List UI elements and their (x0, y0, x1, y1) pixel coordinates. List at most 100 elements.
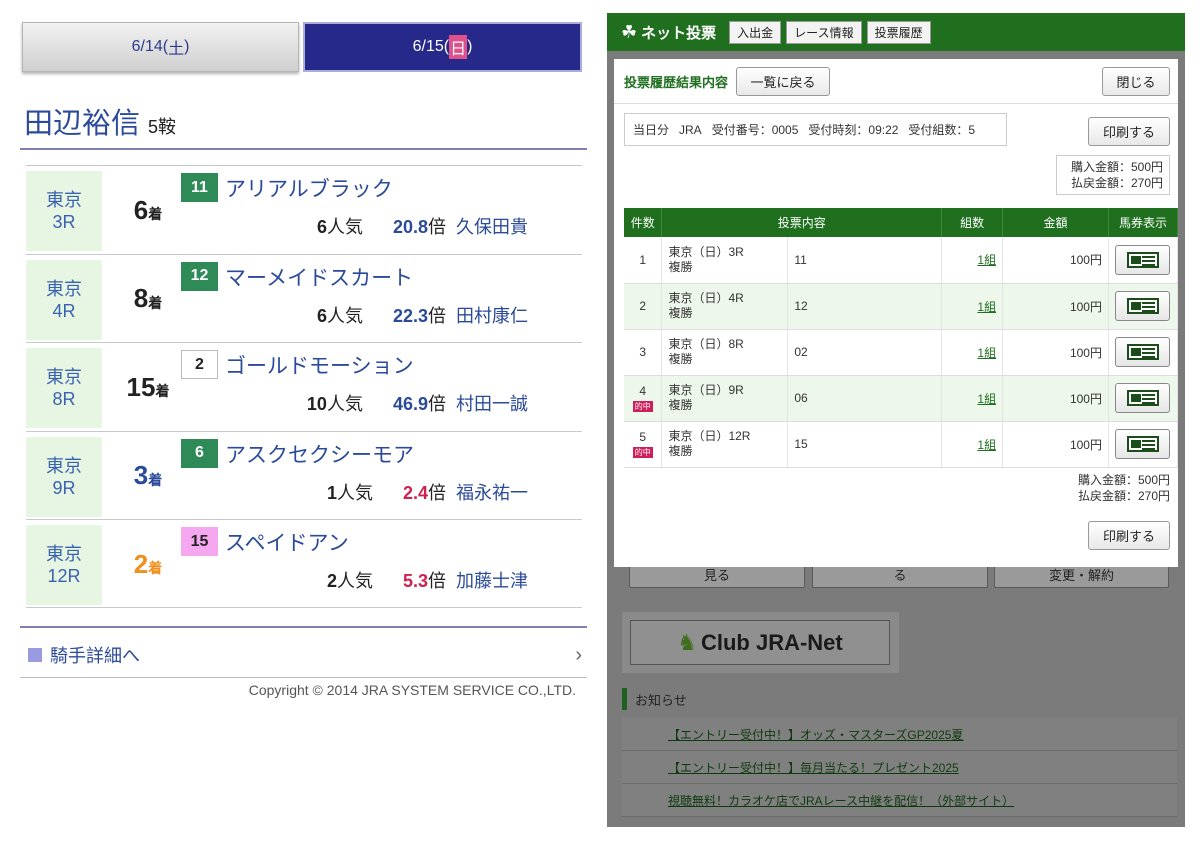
finish-place: 15 着 (108, 343, 188, 431)
bet-selection: 02 (787, 329, 943, 376)
club-label: Club JRA-Net (700, 629, 843, 655)
divider (20, 148, 587, 150)
place-unit: 着 (148, 206, 163, 222)
show-ticket-button[interactable] (1115, 337, 1171, 367)
race-venue: 東京 (46, 367, 82, 387)
race-stats: 10 人気 46.9 倍村田一誠 (307, 390, 528, 416)
horse-number-badge: 15 (181, 527, 218, 556)
odds: 22.3 (392, 305, 428, 326)
net-voting-panel: ☘ ネット投票 入出金 レース情報 投票履歴 見る る 変更・解約 ♞ Club… (607, 13, 1185, 827)
horse-icon: ♞ (677, 629, 697, 655)
change-cancel-label: 変更・解約 (1048, 567, 1114, 583)
place-number: 8 (133, 283, 149, 313)
print-button[interactable]: 印刷する (1088, 117, 1170, 146)
show-ticket-button[interactable] (1115, 429, 1171, 459)
show-ticket-button[interactable] (1115, 383, 1171, 413)
popularity-unit: 人気 (326, 394, 363, 414)
show-ticket-button[interactable] (1115, 291, 1171, 321)
combination-cell: 1組 (941, 329, 1004, 376)
print-button[interactable]: 印刷する (1088, 521, 1170, 550)
tab-label-end: ) (467, 38, 473, 55)
trainer-name[interactable]: 村田一誠 (456, 390, 528, 416)
heading-bar (622, 688, 627, 710)
trainer-name[interactable]: 加藤士津 (456, 567, 528, 593)
trainer-name[interactable]: 田村康仁 (456, 302, 528, 328)
bet-race: 東京（日）3R (668, 244, 744, 259)
tab-june-14[interactable]: 6/14(土) (22, 22, 299, 72)
app-title: ネット投票 (641, 24, 717, 42)
bet-count: 1 (639, 252, 647, 267)
news-link[interactable]: 視聴無料！カラオケ店でJRAレース中継を配信！（外部サイト） (622, 784, 1177, 817)
race-box: 東京 9R (26, 436, 102, 517)
bet-count-cell: 2 (624, 283, 663, 330)
purchase-amount: 購入金額：500円 (1070, 160, 1163, 174)
date-tabs: 6/14(土) 6/15(日) (22, 22, 582, 72)
copyright: Copyright © 2014 JRA SYSTEM SERVICE CO.,… (248, 682, 576, 698)
result-row: 東京 8R 15 着 2 ゴールドモーション 10 人気 46.9 倍村田一誠 (26, 342, 582, 431)
horse-name[interactable]: ゴールドモーション (225, 350, 414, 380)
club-banner-area: ♞ Club JRA-Net (622, 612, 899, 673)
bet-type: 複勝 (668, 352, 693, 366)
nav-deposit-button[interactable]: 入出金 (729, 20, 782, 44)
race-number: 4R (52, 300, 76, 321)
combination-link[interactable]: 1組 (977, 346, 996, 360)
ticket-icon (1126, 298, 1159, 314)
show-ticket-button[interactable] (1115, 244, 1171, 275)
combination-link[interactable]: 1組 (977, 438, 996, 452)
info-day: 当日分 (633, 123, 670, 137)
race-box: 東京 12R (26, 525, 102, 605)
horse-name[interactable]: アスクセクシーモア (225, 439, 414, 469)
news-link[interactable]: 【エントリー受付中！】毎月当たる！プレゼント2025 (622, 751, 1177, 784)
nav-history-button[interactable]: 投票履歴 (866, 20, 931, 44)
ticket-cell (1108, 421, 1179, 468)
place-unit: 着 (148, 294, 163, 311)
race-cell: 東京（日）4R 複勝 (661, 283, 789, 330)
action-button-label: る (893, 567, 907, 583)
tab-day-holiday: 日 (449, 35, 468, 59)
odds-unit: 倍 (428, 217, 446, 237)
race-cell: 東京（日）9R 複勝 (661, 375, 789, 422)
bet-race: 東京（日）12R (668, 429, 751, 443)
horse-name[interactable]: スペイドアン (225, 527, 349, 557)
horse-number-badge: 6 (181, 438, 218, 468)
jockey-results-panel: 6/14(土) 6/15(日) 田辺裕信 5鞍 東京 3R 6 着 11 アリアルブラック… (0, 0, 600, 841)
nav-race-info-button[interactable]: レース情報 (786, 20, 862, 44)
trainer-name[interactable]: 久保田貴 (456, 213, 528, 239)
jockey-detail-link[interactable]: 騎手詳細へ › (28, 636, 582, 674)
horse-name[interactable]: アリアルブラック (225, 173, 393, 203)
amount-summary: 購入金額：500円 払戻金額：270円 (1056, 155, 1170, 195)
bet-count-cell: 1 (624, 237, 663, 284)
payout-amount: 払戻金額：270円 (1077, 489, 1170, 503)
combination-cell: 1組 (941, 421, 1004, 468)
race-stats: 2 人気 5.3 倍加藤士津 (327, 567, 528, 593)
popularity: 6 (316, 305, 327, 326)
bet-race: 東京（日）4R (668, 291, 744, 305)
club-jra-net-button[interactable]: ♞ Club JRA-Net (630, 620, 890, 665)
race-number: 8R (52, 389, 76, 409)
trainer-name[interactable]: 福永祐一 (456, 479, 528, 505)
back-to-list-button[interactable]: 一覧に戻る (736, 66, 831, 96)
close-button[interactable]: 閉じる (1102, 67, 1170, 96)
bet-amount: 100円 (1002, 421, 1109, 468)
race-stats: 1 人気 2.4 倍福永祐一 (327, 479, 528, 505)
table-row: 3 東京（日）8R 複勝 02 1組 100円 (624, 329, 1179, 376)
finish-place: 2着 (108, 520, 188, 608)
popularity: 1 (326, 482, 337, 503)
combination-link[interactable]: 1組 (977, 253, 996, 267)
odds-unit: 倍 (428, 394, 446, 414)
col-combinations: 組数 (941, 208, 1004, 237)
combination-link[interactable]: 1組 (977, 300, 996, 314)
tab-june-15[interactable]: 6/15(日) (303, 22, 582, 72)
news-list: 【エントリー受付中！】オッズ・マスターズGP2025夏 【エントリー受付中！】毎… (622, 718, 1177, 817)
ticket-icon (1126, 344, 1159, 360)
jockey-rides: 5鞍 (148, 117, 177, 137)
bet-selection: 15 (787, 421, 943, 468)
horse-name[interactable]: マーメイドスカート (225, 262, 413, 292)
header-nav: 入出金 レース情報 投票履歴 (724, 20, 931, 44)
race-box: 東京 8R (26, 348, 102, 428)
view-button-label: 見る (703, 567, 730, 583)
news-link[interactable]: 【エントリー受付中！】オッズ・マスターズGP2025夏 (622, 718, 1177, 751)
combination-link[interactable]: 1組 (977, 392, 996, 406)
ticket-icon (1126, 390, 1159, 406)
jockey-header: 田辺裕信 5鞍 (24, 100, 584, 142)
